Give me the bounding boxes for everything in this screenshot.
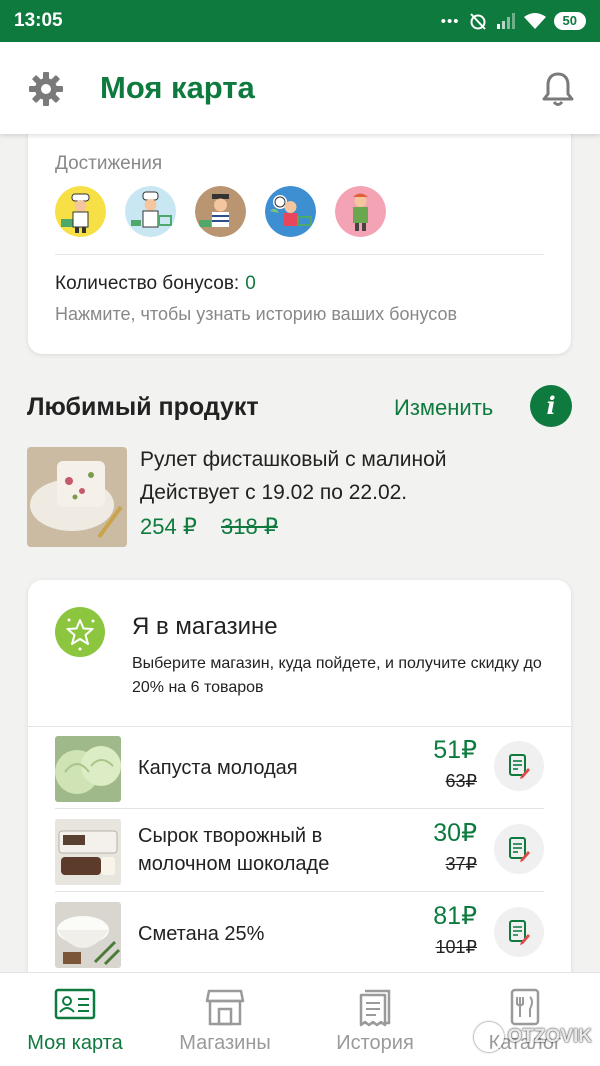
product-name: Капуста молодая	[138, 757, 298, 779]
favorite-old-price: 318 ₽	[221, 514, 278, 539]
product-price: 51₽	[433, 736, 477, 764]
product-old-price: 63₽	[445, 771, 477, 791]
list-item[interactable]: Сырок творожный в молочном шоколаде 30₽ …	[28, 810, 571, 892]
favorite-validity: Действует с 19.02 по 22.02.	[140, 481, 408, 504]
star-icon	[55, 607, 105, 657]
product-name: Сырок творожный в молочном шоколаде	[138, 825, 330, 875]
watermark: OTZOVIK	[473, 1022, 592, 1052]
achievements-card[interactable]: Достижения Количество бонусов: 0 Нажмите…	[28, 120, 571, 354]
edit-list-icon	[509, 754, 530, 779]
bell-icon[interactable]	[542, 71, 574, 107]
bonus-history-hint[interactable]: Нажмите, чтобы узнать историю ваших бону…	[55, 304, 457, 325]
signal-icon	[496, 13, 515, 29]
alarm-off-icon	[469, 13, 486, 30]
sailor-badge-icon[interactable]	[195, 186, 246, 237]
bonus-count[interactable]: Количество бонусов: 0	[55, 273, 256, 295]
add-to-list-button[interactable]	[494, 741, 544, 791]
nav-stores[interactable]: Магазины	[150, 973, 300, 1066]
nav-history[interactable]: История	[300, 973, 450, 1066]
bonus-label: Количество бонусов:	[55, 273, 240, 294]
divider	[55, 254, 544, 255]
bonus-value: 0	[245, 273, 256, 294]
favorite-product-name: Рулет фисташковый с малиной	[140, 448, 447, 471]
status-bar: 13:05 ••• 50	[0, 0, 600, 42]
product-image	[55, 736, 121, 802]
info-button[interactable]: i	[530, 385, 572, 427]
favorite-product-heading: Любимый продукт	[27, 393, 259, 421]
watermark-text: OTZOVIK	[507, 1026, 592, 1047]
chef-cart-badge-icon[interactable]	[125, 186, 176, 237]
divider	[55, 891, 544, 892]
nav-label: История	[336, 1032, 414, 1054]
edit-list-icon	[509, 920, 530, 945]
nav-label: Моя карта	[27, 1032, 123, 1054]
more-dots-icon: •••	[440, 12, 460, 30]
status-icons: ••• 50	[441, 11, 586, 31]
in-store-card[interactable]: Я в магазине Выберите магазин, куда пойд…	[28, 580, 571, 1000]
watermark-logo-icon	[473, 1022, 504, 1052]
gear-icon[interactable]	[28, 71, 64, 107]
product-image	[55, 819, 121, 885]
divider	[55, 808, 544, 809]
cook-badge-icon[interactable]	[55, 186, 106, 237]
wifi-icon	[523, 13, 546, 29]
change-favorite-button[interactable]: Изменить	[394, 395, 493, 421]
achievements-badges	[55, 186, 386, 237]
catalog-icon	[510, 988, 540, 1026]
list-item[interactable]: Сметана 25% 81₽ 101₽	[28, 893, 571, 975]
nav-catalog[interactable]: Каталог	[450, 973, 600, 1066]
list-item[interactable]: Капуста молодая 51₽ 63₽	[28, 727, 571, 809]
product-price: 30₽	[433, 819, 477, 847]
status-time: 13:05	[14, 10, 63, 31]
favorite-price: 254 ₽	[140, 514, 197, 539]
id-card-icon	[54, 988, 96, 1020]
in-store-description: Выберите магазин, куда пойдете, и получи…	[132, 655, 542, 696]
store-icon	[205, 989, 245, 1026]
product-image	[27, 447, 127, 547]
product-name: Сметана 25%	[138, 923, 265, 945]
page-title: Моя карта	[100, 70, 255, 105]
achievements-title: Достижения	[55, 153, 163, 174]
nav-my-card[interactable]: Моя карта	[0, 973, 150, 1066]
product-price: 81₽	[433, 902, 477, 930]
nav-label: Магазины	[179, 1032, 271, 1054]
edit-list-icon	[509, 837, 530, 862]
add-to-list-button[interactable]	[494, 824, 544, 874]
app-bar: Моя карта	[0, 42, 600, 134]
in-store-title: Я в магазине	[132, 613, 278, 640]
product-old-price: 37₽	[445, 854, 477, 874]
farmer-badge-icon[interactable]	[335, 186, 386, 237]
battery-icon: 50	[553, 12, 586, 30]
product-old-price: 101₽	[435, 937, 477, 957]
girl-globe-badge-icon[interactable]	[265, 186, 316, 237]
add-to-list-button[interactable]	[494, 907, 544, 957]
receipt-icon	[359, 989, 391, 1027]
product-image	[55, 902, 121, 968]
